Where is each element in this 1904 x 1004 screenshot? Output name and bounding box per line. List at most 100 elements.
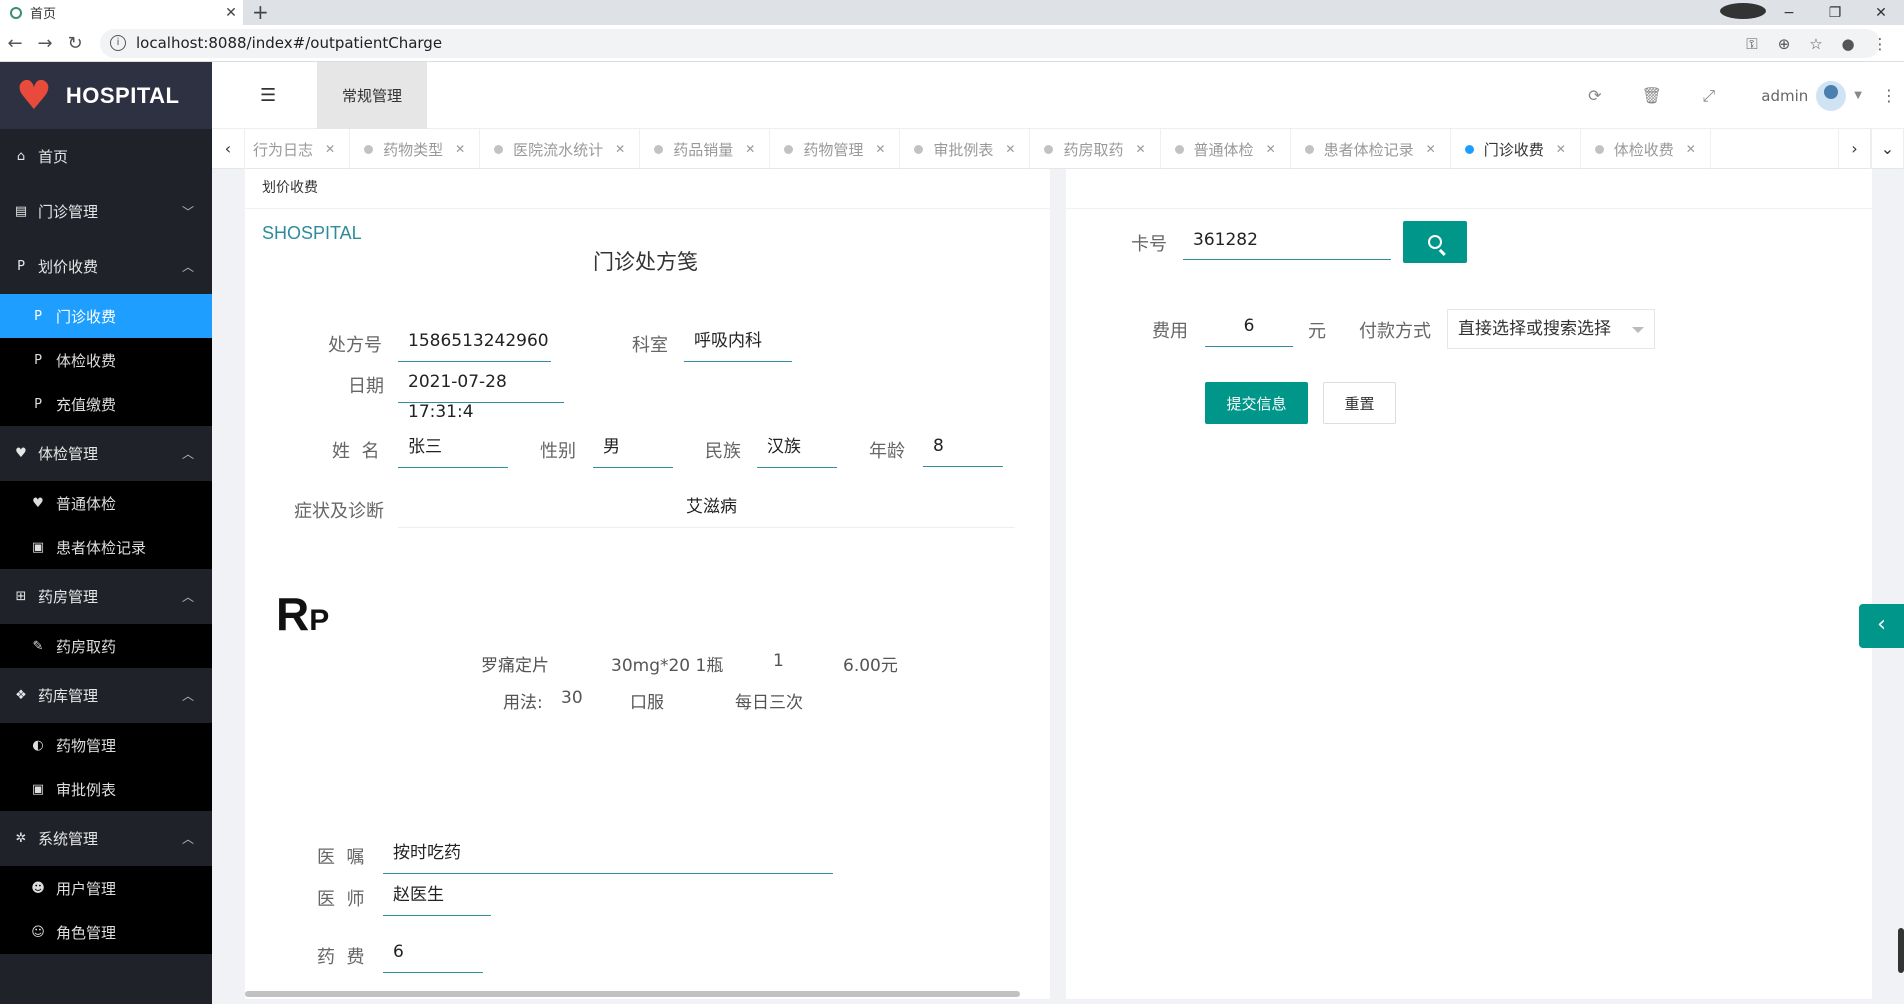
medicine-qty: 1 xyxy=(773,651,784,671)
browser-tab-strip: 首页 ✕ + − ❐ ✕ xyxy=(0,0,1904,25)
sidebar-item-approval[interactable]: ▣ 审批例表 xyxy=(0,767,212,811)
sidebar-item-pharmacy[interactable]: ⊞ 药房管理 ︿ xyxy=(0,569,212,624)
doctor-field[interactable]: 赵医生 xyxy=(383,880,491,916)
payment-method-select[interactable]: 直接选择或搜索选择 xyxy=(1447,309,1655,349)
profile-menu-icon[interactable] xyxy=(1720,2,1766,23)
medicine-price: 6.00元 xyxy=(843,656,898,676)
close-icon[interactable]: ✕ xyxy=(1135,142,1145,156)
card-no-label: 卡号 xyxy=(1131,234,1167,255)
submenu-pricing: P 门诊收费 P 体检收费 P 充值缴费 xyxy=(0,294,212,426)
close-icon[interactable]: ✕ xyxy=(325,142,335,156)
new-tab-button[interactable]: + xyxy=(252,0,269,25)
tab-drug-sales[interactable]: 药品销量 ✕ xyxy=(640,129,771,169)
site-info-icon[interactable]: i xyxy=(110,35,126,51)
browser-menu-icon[interactable]: ⋮ xyxy=(1864,35,1896,53)
tab-outpatient-charge[interactable]: 门诊收费 ✕ xyxy=(1451,129,1581,169)
sidebar-item-label: 门诊管理 xyxy=(38,203,99,221)
sidebar-item-home[interactable]: ⌂ 首页 xyxy=(0,129,212,184)
search-button[interactable] xyxy=(1403,221,1467,263)
header-tab-routine[interactable]: 常规管理 xyxy=(317,62,427,129)
date-field[interactable]: 2021-07-28 17:31:4 xyxy=(398,367,564,422)
tab-approval[interactable]: 审批例表 ✕ xyxy=(900,129,1031,169)
close-window-icon[interactable]: ✕ xyxy=(1858,5,1904,21)
reset-button[interactable]: 重置 xyxy=(1323,382,1396,424)
minimize-icon[interactable]: − xyxy=(1766,5,1812,21)
name-field[interactable]: 张三 xyxy=(398,432,508,468)
browser-tab[interactable]: 首页 ✕ xyxy=(0,0,243,25)
close-icon[interactable]: ✕ xyxy=(1556,142,1566,156)
dept-field[interactable]: 呼吸内科 xyxy=(684,326,792,362)
fee-unit: 元 xyxy=(1308,321,1326,342)
tab-behavior-log[interactable]: 行为日志 ✕ xyxy=(245,129,351,169)
tab-general-exam[interactable]: 普通体检 ✕ xyxy=(1161,129,1291,169)
bookmark-star-icon[interactable]: ☆ xyxy=(1800,35,1832,53)
sidebar-item-exam-charge[interactable]: P 体检收费 xyxy=(0,338,212,382)
brand-text: SHOSPITAL xyxy=(262,223,362,243)
sidebar-item-outpatient[interactable]: ▤ 门诊管理 ﹀ xyxy=(0,184,212,239)
tab-drug-manage[interactable]: 药物管理 ✕ xyxy=(770,129,901,169)
sidebar-item-outpatient-charge[interactable]: P 门诊收费 xyxy=(0,294,212,338)
sidebar-item-dispense[interactable]: ✎ 药房取药 xyxy=(0,624,212,668)
tabs-scroll-left-icon[interactable]: ‹ xyxy=(212,129,245,169)
card-no-input[interactable]: 361282 xyxy=(1183,224,1391,260)
restore-icon[interactable]: ❐ xyxy=(1812,5,1858,21)
sidebar-item-pricing[interactable]: P 划价收费 ︿ xyxy=(0,239,212,294)
close-icon[interactable]: ✕ xyxy=(1005,142,1015,156)
sidebar-item-warehouse[interactable]: ❖ 药库管理 ︿ xyxy=(0,668,212,723)
forward-icon[interactable]: → xyxy=(30,33,60,54)
advice-field[interactable]: 按时吃药 xyxy=(383,838,833,874)
reload-icon[interactable]: ↻ xyxy=(60,33,90,54)
submit-button[interactable]: 提交信息 xyxy=(1205,382,1308,424)
user-menu[interactable]: admin ▼ xyxy=(1737,80,1874,111)
fullscreen-icon[interactable]: ⤢ xyxy=(1680,86,1737,106)
more-vertical-icon[interactable]: ⋮ xyxy=(1874,86,1904,105)
close-icon[interactable]: ✕ xyxy=(1266,142,1276,156)
fee-input[interactable]: 6 xyxy=(1205,311,1293,347)
tab-hospital-flow[interactable]: 医院流水统计 ✕ xyxy=(480,129,641,169)
diagnosis-field[interactable]: 艾滋病 xyxy=(398,492,1015,528)
close-icon[interactable]: ✕ xyxy=(745,142,755,156)
sidebar-item-exam-records[interactable]: ▣ 患者体检记录 xyxy=(0,525,212,569)
address-bar[interactable]: i localhost:8088/index#/outpatientCharge xyxy=(100,28,1880,58)
vertical-scrollbar[interactable] xyxy=(1898,928,1904,973)
horizontal-scrollbar[interactable] xyxy=(245,991,1020,997)
fee-field[interactable]: 6 xyxy=(383,937,483,973)
close-icon[interactable]: ✕ xyxy=(875,142,885,156)
refresh-icon[interactable]: ⟳ xyxy=(1566,86,1623,105)
tab-label: 药房取药 xyxy=(1063,140,1124,159)
home-icon: ⌂ xyxy=(16,149,26,164)
side-panel-toggle-chevron-left-icon[interactable]: ‹ xyxy=(1859,604,1904,648)
tab-dispense[interactable]: 药房取药 ✕ xyxy=(1030,129,1161,169)
sidebar-item-label: 角色管理 xyxy=(56,923,117,942)
menu-toggle-icon[interactable]: ☰ xyxy=(260,85,276,106)
close-icon[interactable]: ✕ xyxy=(615,142,625,156)
ethnic-field[interactable]: 汉族 xyxy=(757,432,837,468)
trash-icon[interactable]: 🗑 xyxy=(1623,86,1680,105)
sidebar-item-roles[interactable]: ☺ 角色管理 xyxy=(0,910,212,954)
zoom-icon[interactable]: ⊕ xyxy=(1768,35,1800,53)
tabs-scroll-right-icon[interactable]: › xyxy=(1838,129,1871,169)
close-icon[interactable]: ✕ xyxy=(1426,142,1436,156)
sidebar-item-users[interactable]: ☻ 用户管理 xyxy=(0,866,212,910)
sidebar-item-system[interactable]: ✲ 系统管理 ︿ xyxy=(0,811,212,866)
sidebar-item-recharge[interactable]: P 充值缴费 xyxy=(0,382,212,426)
tab-exam-charge[interactable]: 体检收费 ✕ xyxy=(1581,129,1711,169)
gender-field[interactable]: 男 xyxy=(593,432,673,468)
sidebar-item-label: 普通体检 xyxy=(56,494,117,513)
back-icon[interactable]: ← xyxy=(0,33,30,54)
sidebar-item-drug-manage[interactable]: ◐ 药物管理 xyxy=(0,723,212,767)
sidebar-item-general-exam[interactable]: ♥ 普通体检 xyxy=(0,481,212,525)
age-field[interactable]: 8 xyxy=(923,431,1003,467)
rx-no-field[interactable]: 1586513242960 xyxy=(398,326,551,362)
prescription-card: 划价收费 SHOSPITAL 门诊处方笺 处方号 1586513242960 科… xyxy=(245,169,1050,999)
caret-down-icon: ▼ xyxy=(1854,90,1862,101)
key-icon[interactable]: ⚿ xyxy=(1736,35,1768,53)
tab-exam-records[interactable]: 患者体检记录 ✕ xyxy=(1291,129,1451,169)
close-icon[interactable]: ✕ xyxy=(1686,142,1696,156)
close-tab-icon[interactable]: ✕ xyxy=(219,5,243,21)
close-icon[interactable]: ✕ xyxy=(455,142,465,156)
account-icon[interactable]: ● xyxy=(1832,35,1864,53)
tabs-menu-chevron-down-icon[interactable]: ⌄ xyxy=(1871,129,1904,169)
sidebar-item-exam[interactable]: ♥ 体检管理 ︿ xyxy=(0,426,212,481)
tab-drug-type[interactable]: 药物类型 ✕ xyxy=(350,129,481,169)
